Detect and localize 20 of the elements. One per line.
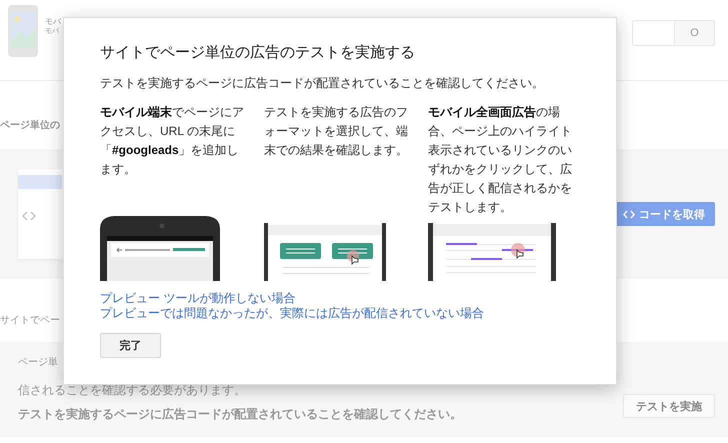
step-text: モバイル端末でページにアクセスし、URL の末尾に「#googleads」を追加します。 xyxy=(100,104,245,178)
code-icon xyxy=(623,210,635,218)
dialog-text: テストを実施するページに広告コードが配置されていることを確認してください。 xyxy=(100,75,545,91)
dialog-title: サイトでページ単位の広告のテストを実施する xyxy=(100,43,416,63)
phone-icon xyxy=(8,5,38,57)
instruction-text: テストを実施するページに広告コードが配置されていることを確認してください。 xyxy=(18,406,462,422)
description-text: 信されることを確認する必要があります。 xyxy=(18,382,247,398)
step-text: テストを実施する広告のフォーマットを選択して、端末での結果を確認します。 xyxy=(264,104,409,159)
step-text: モバイル全画面広告の場合、ページ上のハイライト表示されているリンクのいずれかをクリックして、広告が正しく配信されるかをテストします。 xyxy=(428,104,573,216)
header-button[interactable]: O xyxy=(632,20,715,46)
run-test-button[interactable]: テストを実施 xyxy=(623,394,715,418)
help-link[interactable]: プレビュー ツールが動作しない場合 xyxy=(100,291,296,306)
help-link[interactable]: プレビューでは問題なかったが、実際には広告が配信されていない場合 xyxy=(100,306,484,321)
done-button[interactable]: 完了 xyxy=(100,333,161,358)
description-text: ページ単 xyxy=(18,356,59,370)
section-heading: サイトでペー xyxy=(0,314,60,327)
code-icon xyxy=(22,211,36,221)
app-title: モバ xyxy=(45,16,61,27)
image-placeholder xyxy=(18,175,62,189)
section-heading: ページ単位の xyxy=(0,119,60,132)
